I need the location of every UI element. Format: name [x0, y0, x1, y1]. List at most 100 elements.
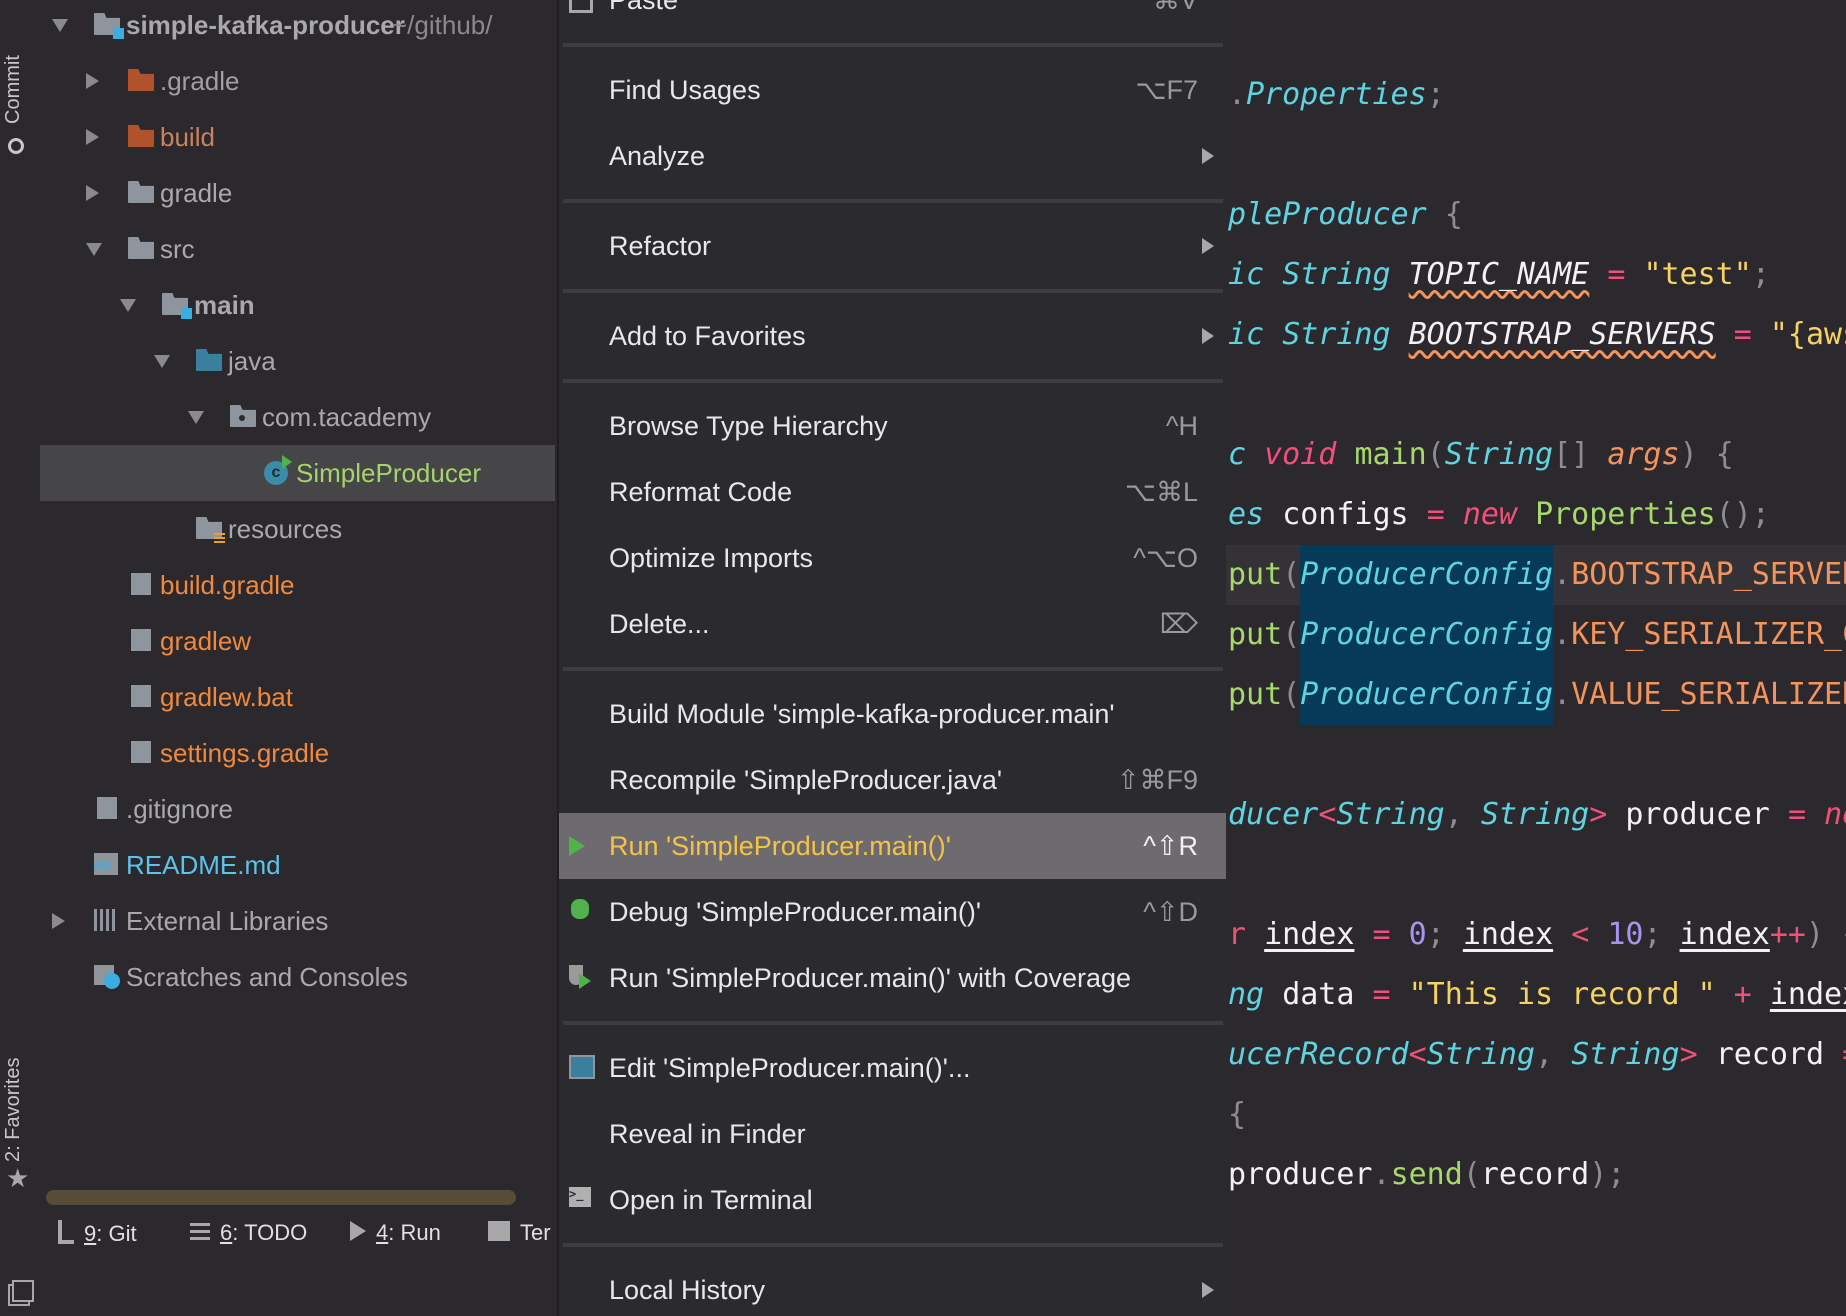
code-line[interactable]: es configs = new Properties(); — [1224, 485, 1846, 545]
menu-item-reveal-in-finder[interactable]: Reveal in Finder — [559, 1101, 1226, 1167]
code-line[interactable]: put(ProducerConfig.VALUE_SERIALIZER — [1224, 665, 1846, 725]
code-token: String — [1336, 797, 1445, 832]
code-token: = — [1372, 917, 1391, 952]
code-line[interactable]: ng data = "This is record " + index — [1224, 965, 1846, 1025]
tree-item[interactable]: gradlew — [40, 613, 555, 669]
tree-item[interactable]: MD README.md — [40, 837, 555, 893]
chevron-right-icon[interactable] — [52, 913, 65, 929]
horizontal-scrollbar[interactable] — [46, 1190, 516, 1205]
menu-item-reformat-code[interactable]: Reformat Code ⌥⌘L — [559, 459, 1226, 525]
menu-item-optimize-imports[interactable]: Optimize Imports ^⌥O — [559, 525, 1226, 591]
chevron-right-icon[interactable] — [86, 185, 99, 201]
layout-toggle-icon[interactable] — [12, 1280, 34, 1302]
code-token: 10 — [1607, 917, 1644, 952]
menu-item-add-to-favorites[interactable]: Add to Favorites — [559, 303, 1226, 369]
code-line[interactable]: { — [1224, 1085, 1846, 1145]
chevron-down-icon[interactable] — [120, 299, 136, 312]
tree-item[interactable]: java — [40, 333, 555, 389]
menu-item-shortcut: ⇧⌘F9 — [1116, 765, 1198, 795]
menu-item-label: Reformat Code — [609, 477, 793, 507]
tree-item-label: src — [160, 234, 195, 264]
menu-item-delete[interactable]: Delete... ⌦ — [559, 591, 1226, 657]
menu-item-find-usages[interactable]: Find Usages ⌥F7 — [559, 57, 1226, 123]
code-line[interactable] — [1224, 365, 1846, 425]
code-line[interactable]: c void main(String[] args) { — [1224, 425, 1846, 485]
menu-item-local-history[interactable]: Local History — [559, 1257, 1226, 1316]
chevron-down-icon[interactable] — [86, 243, 102, 256]
code-token: ng — [1228, 977, 1265, 1012]
tree-item[interactable]: settings.gradle — [40, 725, 555, 781]
tree-item[interactable]: .gradle — [40, 53, 555, 109]
edit-config-icon — [569, 1055, 595, 1081]
chevron-right-icon[interactable] — [86, 73, 99, 89]
code-token: String — [1282, 257, 1391, 292]
code-line[interactable]: pleProducer { — [1224, 185, 1846, 245]
tree-item[interactable]: gradlew.bat — [40, 669, 555, 725]
menu-item-analyze[interactable]: Analyze — [559, 123, 1226, 189]
chevron-down-icon[interactable] — [52, 19, 68, 32]
tree-item[interactable]: .gitignore — [40, 781, 555, 837]
code-token: ( — [1282, 677, 1301, 712]
code-line[interactable]: put(ProducerConfig.BOOTSTRAP_SERVERS — [1224, 545, 1846, 605]
code-editor[interactable]: .Properties; pleProducer {ic String TOPIC… — [1224, 0, 1846, 1316]
chevron-down-icon[interactable] — [188, 411, 204, 424]
project-tree[interactable]: simple-kafka-producer ~/github/ .gradle bui… — [40, 0, 555, 1180]
chevron-down-icon[interactable] — [154, 355, 170, 368]
code-token: { — [1697, 437, 1734, 472]
tool-window-todo[interactable]: 6: TODO — [190, 1220, 307, 1250]
code-token: < — [1318, 797, 1337, 832]
menu-item-run-simpleproducer-main-with-coverage[interactable]: Run 'SimpleProducer.main()' with Coverag… — [559, 945, 1226, 1011]
tool-window-git[interactable]: 9: Git — [58, 1220, 137, 1250]
tree-item[interactable]: com.tacademy — [40, 389, 555, 445]
tree-item[interactable]: src — [40, 221, 555, 277]
code-line[interactable] — [1224, 125, 1846, 185]
menu-item-debug-simpleproducer-main[interactable]: Debug 'SimpleProducer.main()' ^⇧D — [559, 879, 1226, 945]
tree-item[interactable]: build — [40, 109, 555, 165]
menu-item-run-simpleproducer-main[interactable]: Run 'SimpleProducer.main()' ^⇧R — [559, 813, 1226, 879]
menu-item-edit-simpleproducer-main[interactable]: Edit 'SimpleProducer.main()'... — [559, 1035, 1226, 1101]
tree-item[interactable]: gradle — [40, 165, 555, 221]
menu-item-browse-type-hierarchy[interactable]: Browse Type Hierarchy ^H — [559, 393, 1226, 459]
tree-item[interactable]: build.gradle — [40, 557, 555, 613]
tree-item[interactable]: Scratches and Consoles — [40, 949, 555, 1005]
tree-item[interactable]: resources — [40, 501, 555, 557]
tree-item-label: settings.gradle — [160, 738, 330, 768]
menu-item-open-in-terminal[interactable]: >_ Open in Terminal — [559, 1167, 1226, 1233]
code-line[interactable] — [1224, 725, 1846, 785]
commit-icon[interactable] — [8, 138, 24, 154]
code-line[interactable]: put(ProducerConfig.KEY_SERIALIZER_CLASS — [1224, 605, 1846, 665]
code-line[interactable]: producer.send(record); — [1224, 1145, 1846, 1205]
tree-item[interactable]: simple-kafka-producer ~/github/ — [40, 0, 555, 53]
code-line[interactable]: ucerRecord<String, String> record = — [1224, 1025, 1846, 1085]
tree-item-label: README.md — [126, 850, 281, 880]
favorites-tool-button[interactable]: 2: Favorites — [2, 1058, 25, 1162]
code-line[interactable]: .Properties; — [1224, 65, 1846, 125]
code-line[interactable] — [1224, 845, 1846, 905]
menu-item-label: Optimize Imports — [609, 543, 814, 573]
code-token: KEY_SERIALIZER_CLASS — [1571, 617, 1846, 652]
tree-item[interactable]: main — [40, 277, 555, 333]
menu-item-build-module-simple-kafka-producer-main[interactable]: Build Module 'simple-kafka-producer.main… — [559, 681, 1226, 747]
tree-item-label: gradlew.bat — [160, 682, 293, 712]
tool-window-ter[interactable]: Ter — [488, 1220, 551, 1250]
menu-item-refactor[interactable]: Refactor — [559, 213, 1226, 279]
code-line[interactable]: r index = 0; index < 10; index++) { — [1224, 905, 1846, 965]
menu-item-recompile-simpleproducer-java[interactable]: Recompile 'SimpleProducer.java' ⇧⌘F9 — [559, 747, 1226, 813]
commit-tool-button[interactable]: Commit — [2, 55, 25, 124]
code-token: Properties — [1535, 497, 1716, 532]
tree-item[interactable]: External Libraries — [40, 893, 555, 949]
code-line[interactable]: ducer<String, String> producer = ne — [1224, 785, 1846, 845]
code-line[interactable]: ic String BOOTSTRAP_SERVERS = "{aws — [1224, 305, 1846, 365]
tool-window-run[interactable]: 4: Run — [350, 1220, 441, 1250]
code-line[interactable]: ic String TOPIC_NAME = "test"; — [1224, 245, 1846, 305]
chevron-right-icon[interactable] — [86, 129, 99, 145]
menu-item-paste[interactable]: Paste ⌘V — [559, 0, 1226, 33]
menu-item-label: Reveal in Finder — [609, 1119, 806, 1149]
tree-item[interactable]: c SimpleProducer — [40, 445, 555, 501]
star-icon[interactable]: ★ — [6, 1163, 29, 1194]
todo-list-icon — [190, 1221, 210, 1247]
